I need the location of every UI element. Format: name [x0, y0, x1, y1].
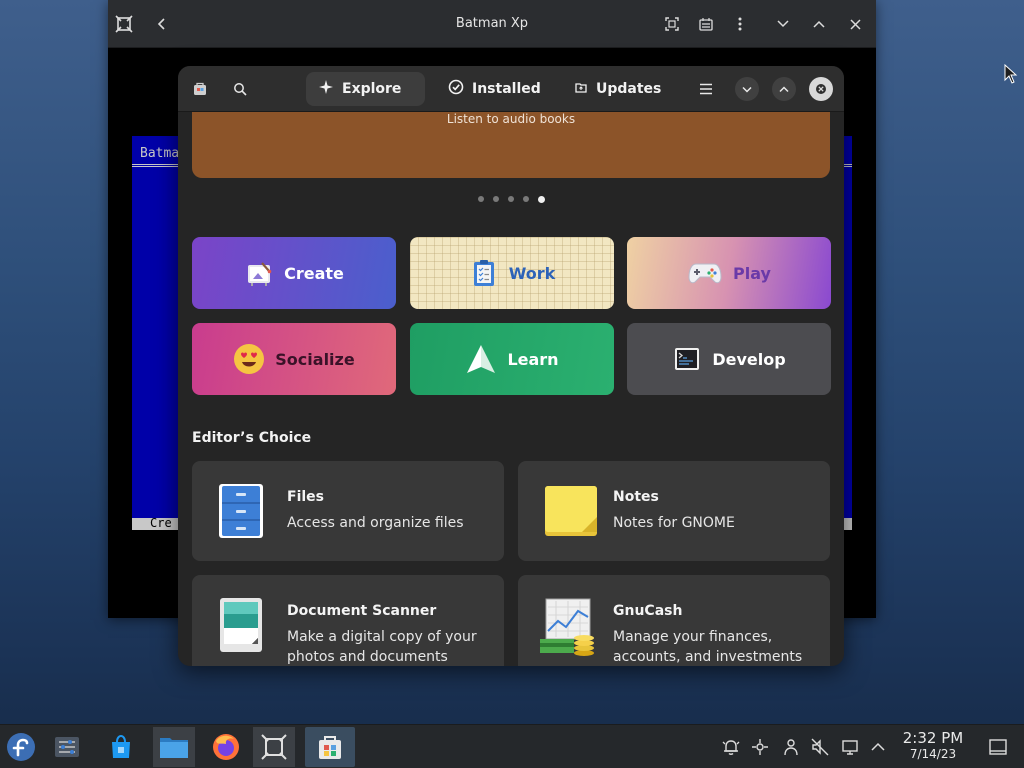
- tab-updates-label: Updates: [596, 81, 662, 97]
- dos-title-text: Batma: [140, 146, 180, 161]
- category-develop[interactable]: Develop: [627, 323, 831, 395]
- heart-eyes-emoji-icon: [233, 343, 265, 375]
- category-socialize-label: Socialize: [275, 349, 355, 369]
- notifications-icon[interactable]: [721, 737, 741, 757]
- application-launcher[interactable]: [0, 727, 42, 767]
- category-create-label: Create: [284, 263, 344, 283]
- window-app-icon[interactable]: [112, 12, 136, 36]
- window-title: Batman Xp: [455, 16, 529, 31]
- category-create[interactable]: Create: [192, 237, 396, 309]
- system-settings-task[interactable]: [46, 727, 88, 767]
- show-desktop-icon[interactable]: [988, 737, 1008, 757]
- terminal-icon: [672, 344, 702, 374]
- search-icon[interactable]: [228, 77, 252, 101]
- software-headerbar[interactable]: Explore Installed Updates: [178, 66, 844, 112]
- carousel-dot-active[interactable]: [537, 195, 545, 203]
- tab-explore-label: Explore: [342, 81, 402, 97]
- more-options-icon[interactable]: [728, 12, 752, 36]
- editors-choice-heading: Editor’s Choice: [192, 430, 312, 446]
- tab-installed-label: Installed: [472, 81, 541, 97]
- carousel-dot[interactable]: [477, 196, 484, 202]
- app-card-notes[interactable]: Notes Notes for GNOME: [518, 461, 830, 561]
- taskbar[interactable]: 2:32 PM 7/14/23: [0, 724, 1024, 768]
- category-learn-label: Learn: [507, 349, 559, 369]
- app-card-gnucash[interactable]: GnuCash Manage your finances, accounts, …: [518, 575, 830, 666]
- category-work-label: Work: [508, 263, 556, 283]
- category-develop-label: Develop: [712, 349, 786, 369]
- document-scanner-app-icon: [218, 597, 264, 653]
- dos-status-text: Cre: [150, 516, 172, 530]
- carousel-dot[interactable]: [522, 196, 529, 202]
- hamburger-menu-icon[interactable]: [694, 77, 718, 101]
- updates-icon: [574, 80, 588, 98]
- sparkle-icon: [318, 79, 334, 99]
- gnucash-app-icon: [538, 597, 598, 656]
- volume-muted-icon[interactable]: [810, 737, 830, 757]
- app-description: Notes for GNOME: [613, 515, 735, 531]
- clipboard-icon: [469, 258, 499, 288]
- checkmark-circle-icon: [448, 79, 464, 99]
- minimize-button[interactable]: [735, 77, 759, 101]
- minimize-icon[interactable]: [771, 12, 795, 36]
- close-icon[interactable]: [843, 12, 867, 36]
- app-name: Files: [287, 489, 324, 505]
- carousel-dot[interactable]: [492, 196, 499, 202]
- app-description: Make a digital copy of your photos and d…: [287, 629, 477, 665]
- file-manager-task[interactable]: [153, 727, 195, 767]
- tab-updates[interactable]: Updates: [562, 72, 662, 106]
- screenshot-icon[interactable]: [694, 12, 718, 36]
- app-name: Document Scanner: [287, 603, 437, 619]
- banner-caption: Listen to audio books: [446, 112, 576, 126]
- back-icon[interactable]: [150, 12, 174, 36]
- maximize-icon[interactable]: [807, 12, 831, 36]
- fullscreen-icon[interactable]: [660, 12, 684, 36]
- software-window[interactable]: Explore Installed Updates Listen to audi…: [178, 66, 844, 666]
- app-description: Manage your finances, accounts, and inve…: [613, 629, 803, 665]
- discover-task[interactable]: [100, 727, 142, 767]
- files-app-icon: [218, 483, 264, 539]
- mouse-pointer-icon: [1004, 63, 1018, 84]
- background-window-titlebar[interactable]: Batman Xp: [108, 0, 876, 48]
- category-work[interactable]: Work: [410, 237, 614, 309]
- tab-explore[interactable]: Explore: [306, 72, 425, 106]
- clock-time: 2:32 PM: [902, 729, 964, 747]
- dosbox-task[interactable]: [253, 727, 295, 767]
- firefox-task[interactable]: [205, 727, 247, 767]
- tab-installed[interactable]: Installed: [436, 72, 546, 106]
- digital-clock[interactable]: 2:32 PM 7/14/23: [894, 729, 972, 762]
- gamepad-icon: [687, 258, 723, 288]
- expand-tray-icon[interactable]: [868, 737, 888, 757]
- paper-plane-icon: [465, 343, 497, 375]
- software-app-icon: [188, 77, 212, 101]
- app-name: Notes: [613, 489, 659, 505]
- category-play-label: Play: [733, 263, 771, 283]
- app-card-document-scanner[interactable]: Document Scanner Make a digital copy of …: [192, 575, 504, 666]
- display-icon[interactable]: [840, 737, 860, 757]
- software-task[interactable]: [305, 727, 355, 767]
- kde-connect-icon[interactable]: [750, 737, 770, 757]
- maximize-button[interactable]: [772, 77, 796, 101]
- category-socialize[interactable]: Socialize: [192, 323, 396, 395]
- carousel-dot[interactable]: [507, 196, 514, 202]
- app-name: GnuCash: [613, 603, 683, 619]
- category-play[interactable]: Play: [627, 237, 831, 309]
- explore-page[interactable]: Listen to audio books Create Work Play S…: [178, 112, 844, 666]
- notes-app-icon: [544, 483, 597, 539]
- network-icon[interactable]: [781, 737, 801, 757]
- app-card-files[interactable]: Files Access and organize files: [192, 461, 504, 561]
- close-button[interactable]: [809, 77, 833, 101]
- carousel-indicator[interactable]: [178, 195, 844, 203]
- paint-palette-icon: [244, 258, 274, 288]
- clock-date: 7/14/23: [909, 747, 957, 761]
- app-description: Access and organize files: [287, 515, 464, 531]
- featured-banner[interactable]: Listen to audio books: [192, 112, 830, 178]
- category-learn[interactable]: Learn: [410, 323, 614, 395]
